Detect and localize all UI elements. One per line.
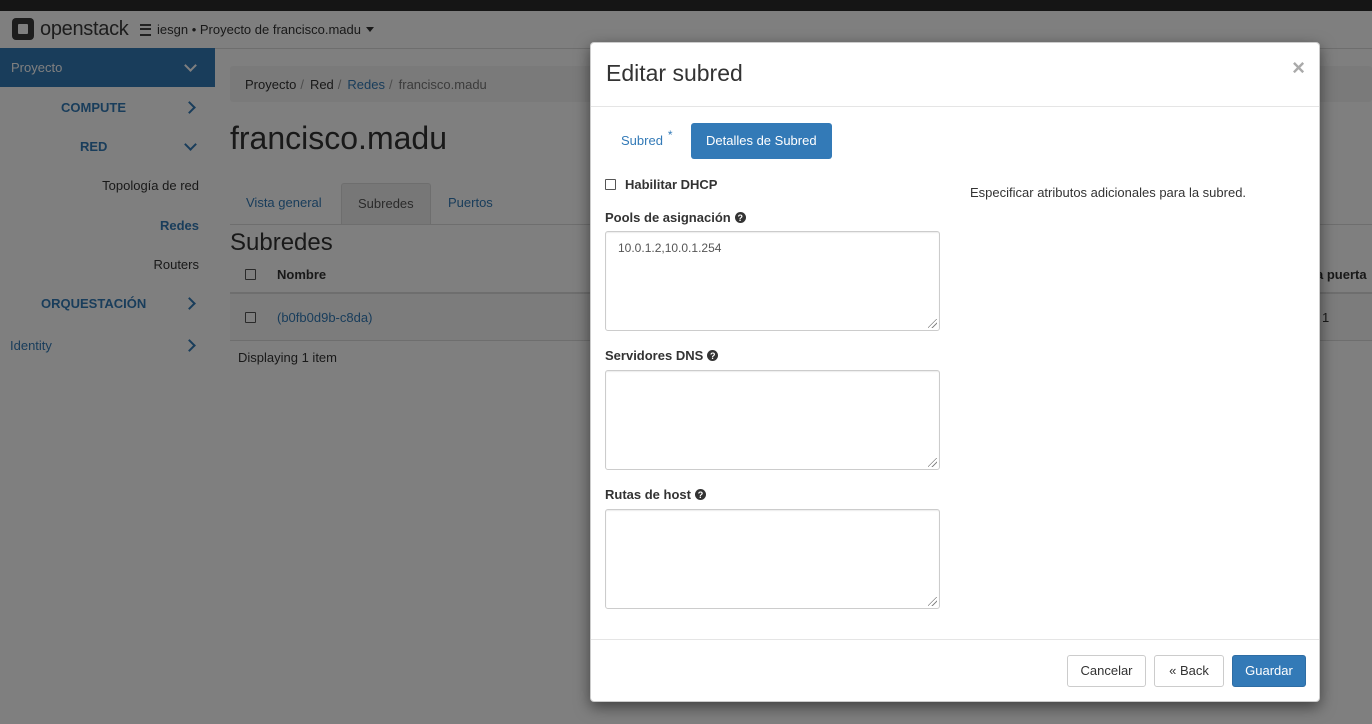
resize-handle-icon[interactable] — [928, 458, 937, 467]
pools-value: 10.0.1.2,10.0.1.254 — [618, 241, 722, 255]
save-button[interactable]: Guardar — [1232, 655, 1306, 687]
resize-handle-icon[interactable] — [928, 319, 937, 328]
edit-subnet-modal: Editar subred × Subred * Detalles de Subr… — [590, 42, 1320, 702]
routes-label-text: Rutas de host — [605, 487, 691, 502]
cancel-button[interactable]: Cancelar — [1067, 655, 1146, 687]
dns-field-label: Servidores DNS ? — [605, 348, 719, 363]
dhcp-label[interactable]: Habilitar DHCP — [625, 177, 717, 192]
help-text: Especificar atributos adicionales para l… — [970, 185, 1247, 200]
routes-textarea[interactable] — [605, 509, 940, 609]
dhcp-checkbox[interactable] — [605, 179, 616, 190]
back-button[interactable]: « Back — [1154, 655, 1224, 687]
required-asterisk: * — [667, 128, 673, 142]
modal-title: Editar subred — [606, 60, 743, 86]
routes-field-label: Rutas de host ? — [605, 487, 706, 502]
resize-handle-icon[interactable] — [928, 597, 937, 606]
question-circle-icon[interactable]: ? — [694, 489, 706, 500]
dns-textarea[interactable] — [605, 370, 940, 470]
tab-subred[interactable]: Subred * — [621, 128, 673, 148]
tab-subred-label: Subred — [621, 133, 663, 148]
question-circle-icon[interactable]: ? — [734, 212, 746, 223]
close-icon[interactable]: × — [1292, 55, 1305, 81]
pools-label-text: Pools de asignación — [605, 210, 731, 225]
tab-detalles-de-subred[interactable]: Detalles de Subred — [691, 123, 832, 159]
dhcp-checkbox-row: Habilitar DHCP — [605, 177, 717, 192]
dns-label-text: Servidores DNS — [605, 348, 704, 363]
pools-textarea[interactable]: 10.0.1.2,10.0.1.254 — [605, 231, 940, 331]
modal-header: Editar subred × — [591, 43, 1319, 107]
question-circle-icon[interactable]: ? — [707, 350, 719, 361]
modal-footer: Cancelar « Back Guardar — [591, 639, 1319, 702]
pools-field-label: Pools de asignación ? — [605, 210, 746, 225]
